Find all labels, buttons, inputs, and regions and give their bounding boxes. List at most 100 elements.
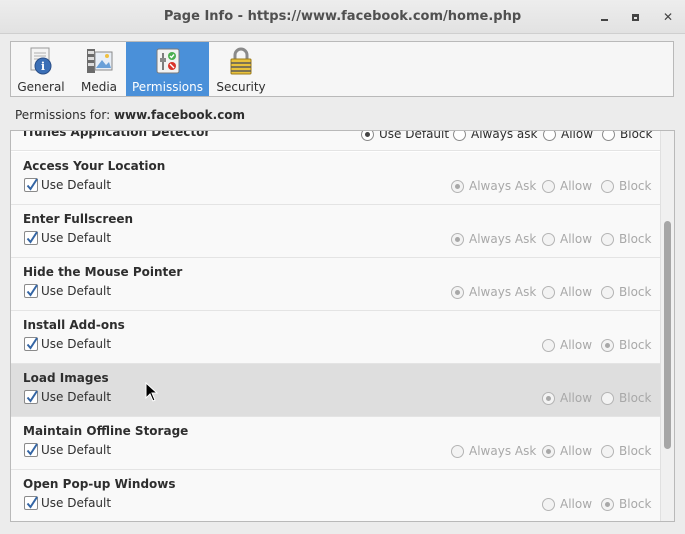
media-icon bbox=[83, 46, 115, 76]
radio-allow: Allow bbox=[542, 232, 592, 246]
scrollbar[interactable] bbox=[660, 131, 674, 521]
permissions-site: www.facebook.com bbox=[113, 108, 246, 122]
checkmark-icon bbox=[24, 231, 38, 245]
use-default-label: Use Default bbox=[41, 284, 112, 298]
radio-block: Block bbox=[601, 179, 651, 193]
radio-always-ask: Always Ask bbox=[451, 444, 536, 458]
radio-block[interactable]: Block bbox=[602, 130, 653, 141]
radio-label: Allow bbox=[560, 179, 593, 193]
radio-icon bbox=[542, 391, 555, 405]
use-default-label: Use Default bbox=[41, 337, 112, 351]
permission-row: Open Pop-up Windows Use Default Allow Block bbox=[11, 470, 661, 521]
permission-row: Enter Fullscreen Use Default Always Ask All… bbox=[11, 205, 661, 258]
permissions-icon bbox=[152, 46, 184, 76]
svg-text:i: i bbox=[41, 60, 45, 73]
radio-always-ask: Always Ask bbox=[451, 179, 536, 193]
radio-label: Block bbox=[619, 285, 652, 299]
use-default-label: Use Default bbox=[41, 496, 112, 510]
radio-block: Block bbox=[601, 444, 651, 458]
radio-label: Always Ask bbox=[469, 285, 537, 299]
permission-name: Install Add-ons bbox=[23, 318, 125, 332]
radio-label: Use Default bbox=[379, 130, 450, 141]
radio-label: Allow bbox=[560, 338, 593, 352]
radio-use-default[interactable]: Use Default bbox=[361, 130, 450, 141]
use-default-checkbox[interactable]: Use Default bbox=[24, 337, 111, 351]
scrollbar-thumb[interactable] bbox=[664, 221, 671, 449]
radio-icon bbox=[451, 285, 464, 299]
use-default-checkbox[interactable]: Use Default bbox=[24, 443, 111, 457]
minimize-icon bbox=[600, 19, 608, 21]
tab-general-label: General bbox=[17, 80, 65, 94]
radio-block: Block bbox=[601, 285, 651, 299]
window-title: Page Info - https://www.facebook.com/hom… bbox=[163, 9, 522, 24]
use-default-label: Use Default bbox=[41, 178, 112, 192]
tab-media-label: Media bbox=[80, 80, 118, 94]
use-default-label: Use Default bbox=[41, 443, 112, 457]
radio-label: Always Ask bbox=[469, 444, 537, 458]
radio-allow: Allow bbox=[542, 179, 592, 193]
close-button[interactable]: ✕ bbox=[659, 8, 677, 26]
permission-name: iTunes Application Detector bbox=[23, 130, 211, 139]
page-info-toolbar: i General Media Permissions Security bbox=[10, 41, 674, 97]
tab-permissions[interactable]: Permissions bbox=[126, 42, 209, 96]
radio-always-ask: Always Ask bbox=[451, 285, 536, 299]
radio-block: Block bbox=[601, 391, 651, 405]
radio-icon bbox=[602, 131, 615, 141]
tab-security[interactable]: Security bbox=[211, 42, 271, 96]
radio-label: Block bbox=[619, 338, 652, 352]
permission-name: Access Your Location bbox=[23, 159, 166, 173]
radio-icon bbox=[542, 444, 555, 458]
checkmark-icon bbox=[24, 337, 38, 351]
radio-label: Block bbox=[620, 130, 653, 141]
permission-row: Load Images Use Default Allow Block bbox=[11, 364, 661, 417]
lock-icon bbox=[225, 46, 257, 76]
use-default-checkbox[interactable]: Use Default bbox=[24, 231, 111, 245]
radio-icon bbox=[453, 131, 466, 141]
maximize-icon bbox=[631, 13, 639, 21]
radio-icon bbox=[601, 391, 614, 405]
radio-allow: Allow bbox=[542, 497, 592, 511]
permission-name: Hide the Mouse Pointer bbox=[23, 265, 183, 279]
radio-label: Allow bbox=[560, 285, 593, 299]
radio-label: Block bbox=[619, 391, 652, 405]
radio-label: Block bbox=[619, 232, 652, 246]
checkmark-icon bbox=[24, 178, 38, 192]
radio-allow: Allow bbox=[542, 285, 592, 299]
permission-name: Maintain Offline Storage bbox=[23, 424, 189, 438]
tab-media[interactable]: Media bbox=[73, 42, 125, 96]
radio-icon bbox=[542, 497, 555, 511]
use-default-checkbox[interactable]: Use Default bbox=[24, 284, 111, 298]
permissions-for-prefix: Permissions for: bbox=[15, 108, 111, 122]
use-default-checkbox[interactable]: Use Default bbox=[24, 496, 111, 510]
permissions-for-label: Permissions for: www.facebook.com bbox=[15, 108, 245, 122]
tab-permissions-label: Permissions bbox=[132, 80, 203, 94]
radio-label: Always ask bbox=[471, 130, 538, 141]
radio-label: Allow bbox=[560, 444, 593, 458]
radio-label: Always Ask bbox=[469, 179, 537, 193]
use-default-checkbox[interactable]: Use Default bbox=[24, 390, 111, 404]
use-default-checkbox[interactable]: Use Default bbox=[24, 178, 111, 192]
permission-name: Open Pop-up Windows bbox=[23, 477, 176, 491]
radio-always-ask[interactable]: Always ask bbox=[453, 130, 538, 141]
radio-label: Allow bbox=[561, 130, 594, 141]
radio-icon bbox=[543, 131, 556, 141]
radio-allow: Allow bbox=[542, 391, 592, 405]
radio-block: Block bbox=[601, 338, 651, 352]
radio-icon bbox=[451, 179, 464, 193]
title-bar: Page Info - https://www.facebook.com/hom… bbox=[0, 0, 685, 34]
radio-icon bbox=[451, 444, 464, 458]
minimize-button[interactable] bbox=[595, 8, 613, 26]
tab-security-label: Security bbox=[216, 80, 266, 94]
maximize-button[interactable] bbox=[626, 8, 644, 26]
radio-label: Block bbox=[619, 497, 652, 511]
radio-icon bbox=[601, 497, 614, 511]
radio-always-ask: Always Ask bbox=[451, 232, 536, 246]
radio-icon bbox=[601, 179, 614, 193]
tab-general[interactable]: i General bbox=[11, 42, 71, 96]
radio-label: Allow bbox=[560, 497, 593, 511]
radio-label: Block bbox=[619, 444, 652, 458]
radio-icon bbox=[542, 232, 555, 246]
radio-label: Allow bbox=[560, 232, 593, 246]
permission-row: Install Add-ons Use Default Allow Block bbox=[11, 311, 661, 364]
radio-allow[interactable]: Allow bbox=[543, 130, 594, 141]
